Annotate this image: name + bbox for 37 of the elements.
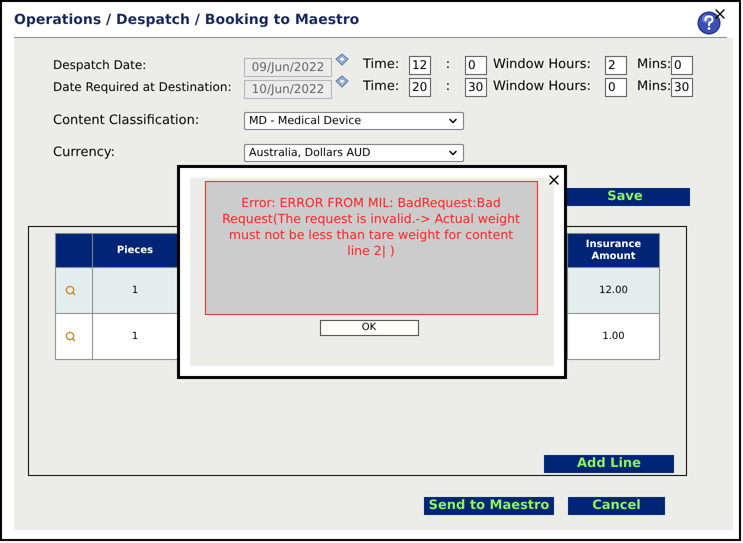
action-button[interactable]: Cancel [568,497,665,515]
error-message: Error: ERROR FROM MIL: BadRequest:Bad Request(The request is invalid.-> Actual weight must not be less than tare weight for content line 2| ) [221,195,521,259]
window-title: Operations / Despatch / Booking to Maestro [14,11,360,30]
search-icon[interactable] [65,331,76,342]
field-label: Currency: [53,144,116,162]
window-hours-field[interactable]: 0 [605,78,627,96]
window-hours-label: Window Hours: [493,56,592,74]
minutes-field[interactable]: 0 [465,56,487,74]
date-field[interactable]: 09/Jun/2022 [244,58,332,76]
time-separator: : [444,56,452,74]
column-header: Pieces [92,234,178,268]
window-hours-label: Window Hours: [493,78,592,96]
field-label: Despatch Date: [53,57,148,74]
ok-button[interactable]: OK [320,320,418,336]
calendar-icon[interactable] [335,53,349,67]
hours-field[interactable]: 12 [409,56,431,74]
dropdown[interactable]: Australia, Dollars AUD [244,144,464,162]
hours-field[interactable]: 20 [409,78,431,96]
time-label: Time: [363,56,400,74]
search-icon[interactable] [65,285,76,296]
add-line-button[interactable]: Add Line [544,455,674,473]
help-icon[interactable] [697,10,721,34]
action-button[interactable]: Send to Maestro [424,497,554,515]
column-header: Insurance Amount [568,234,660,268]
window-hours-field[interactable]: 2 [605,56,627,74]
mins-label: Mins: [637,78,671,96]
time-label: Time: [363,78,400,96]
time-separator: : [444,78,452,96]
window-mins-field[interactable]: 0 [671,56,693,74]
window-mins-field[interactable]: 30 [671,78,693,96]
field-label: Content Classification: [53,112,200,130]
date-field[interactable]: 10/Jun/2022 [244,80,332,98]
dropdown[interactable]: MD - Medical Device [244,112,464,130]
field-label: Date Required at Destination: [53,79,232,96]
minutes-field[interactable]: 30 [465,78,487,96]
calendar-icon[interactable] [335,75,349,89]
mins-label: Mins: [637,56,671,74]
